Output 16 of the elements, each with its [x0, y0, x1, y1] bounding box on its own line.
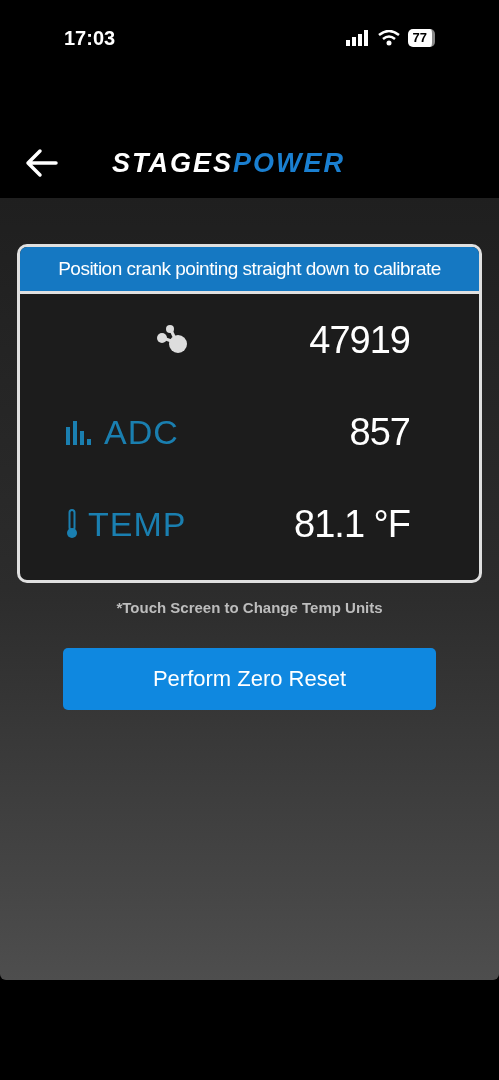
- reading-label: TEMP: [88, 503, 187, 545]
- app-logo: STAGESPOWER: [112, 146, 346, 180]
- battery-indicator: 77: [407, 29, 435, 47]
- bar-chart-icon: [66, 419, 94, 445]
- reading-value: 857: [349, 410, 410, 453]
- reading-value: 47919: [309, 318, 410, 361]
- signal-icon: [345, 30, 370, 46]
- reading-label: ADC: [104, 411, 179, 453]
- reading-value: 81.1 °F: [294, 502, 410, 545]
- zero-reset-button[interactable]: Perform Zero Reset: [63, 647, 436, 710]
- wifi-icon: [377, 30, 400, 46]
- status-time: 17:03: [64, 26, 116, 51]
- thermometer-icon: [66, 509, 78, 539]
- panel-title: Position crank pointing straight down to calibrate: [20, 247, 479, 294]
- temp-units-note: *Touch Screen to Change Temp Units: [116, 598, 383, 618]
- back-arrow-icon[interactable]: [24, 148, 58, 178]
